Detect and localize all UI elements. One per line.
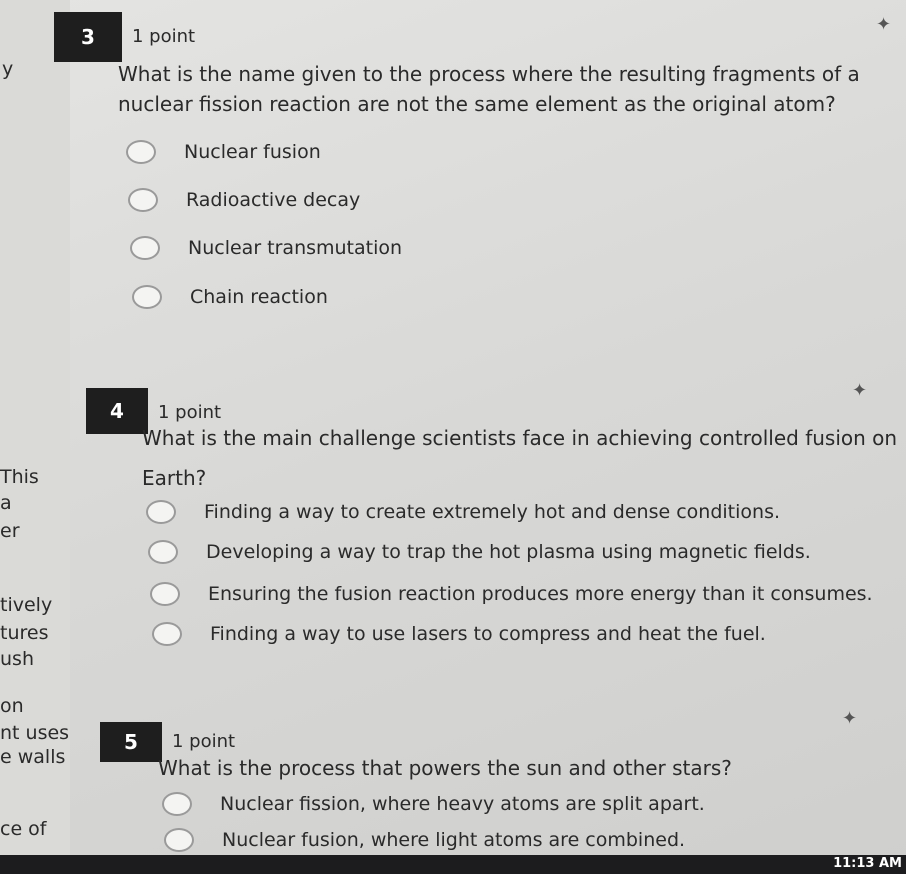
pin-icon[interactable]: ✦ <box>842 708 857 729</box>
radio-button[interactable] <box>126 140 156 164</box>
radio-button[interactable] <box>130 236 160 260</box>
option-label: Chain reaction <box>190 286 328 308</box>
question-text: What is the name given to the process wh… <box>118 62 860 86</box>
radio-button[interactable] <box>148 540 178 564</box>
option-radio[interactable]: Nuclear fusion <box>126 140 321 164</box>
option-radio[interactable]: Developing a way to trap the hot plasma … <box>148 540 811 564</box>
option-radio[interactable]: Finding a way to use lasers to compress … <box>152 622 766 646</box>
option-label: Ensuring the fusion reaction produces mo… <box>208 583 873 605</box>
sidebar-text: ush <box>0 648 34 670</box>
radio-button[interactable] <box>162 792 192 816</box>
pin-icon[interactable]: ✦ <box>876 14 891 35</box>
sidebar-text: y <box>2 58 14 80</box>
radio-button[interactable] <box>128 188 158 212</box>
question-points: 1 point <box>132 26 196 47</box>
option-radio[interactable]: Chain reaction <box>132 285 328 309</box>
option-radio[interactable]: Nuclear fission, where heavy atoms are s… <box>162 792 705 816</box>
option-label: Radioactive decay <box>186 189 361 211</box>
sidebar-text: a <box>0 492 12 514</box>
radio-button[interactable] <box>146 500 176 524</box>
taskbar: 11:13 AM <box>0 855 906 874</box>
taskbar-clock[interactable]: 11:13 AM <box>833 856 902 871</box>
radio-button[interactable] <box>152 622 182 646</box>
question-points: 1 point <box>158 402 222 423</box>
option-radio[interactable]: Nuclear fusion, where light atoms are co… <box>164 828 685 852</box>
option-label: Finding a way to use lasers to compress … <box>210 623 766 645</box>
option-radio[interactable]: Nuclear transmutation <box>130 236 402 260</box>
radio-button[interactable] <box>132 285 162 309</box>
sidebar-text: ce of <box>0 818 47 840</box>
question-number: 5 <box>100 722 162 762</box>
sidebar-text: This <box>0 466 39 488</box>
question-text: nuclear fission reaction are not the sam… <box>118 92 836 116</box>
question-text: What is the process that powers the sun … <box>158 756 732 780</box>
sidebar-text: on <box>0 695 24 717</box>
radio-button[interactable] <box>164 828 194 852</box>
question-text: Earth? <box>142 466 207 490</box>
option-label: Nuclear transmutation <box>188 237 403 259</box>
option-radio[interactable]: Ensuring the fusion reaction produces mo… <box>150 582 873 606</box>
question-points: 1 point <box>172 731 236 752</box>
sidebar-text: nt uses <box>0 722 70 744</box>
option-label: Nuclear fission, where heavy atoms are s… <box>220 793 705 815</box>
question-text: What is the main challenge scientists fa… <box>142 426 898 450</box>
radio-button[interactable] <box>150 582 180 606</box>
pin-icon[interactable]: ✦ <box>852 380 867 401</box>
question-number: 3 <box>54 12 122 62</box>
option-label: Nuclear fusion <box>184 141 321 163</box>
sidebar-text: tures <box>0 622 49 644</box>
sidebar-text: tively <box>0 594 53 616</box>
question-number: 4 <box>86 388 148 434</box>
option-label: Developing a way to trap the hot plasma … <box>206 541 811 563</box>
option-radio[interactable]: Radioactive decay <box>128 188 360 212</box>
option-label: Nuclear fusion, where light atoms are co… <box>222 829 686 851</box>
option-label: Finding a way to create extremely hot an… <box>204 501 781 523</box>
sidebar-text: e walls <box>0 746 66 768</box>
option-radio[interactable]: Finding a way to create extremely hot an… <box>146 500 780 524</box>
sidebar-text: er <box>0 520 20 542</box>
